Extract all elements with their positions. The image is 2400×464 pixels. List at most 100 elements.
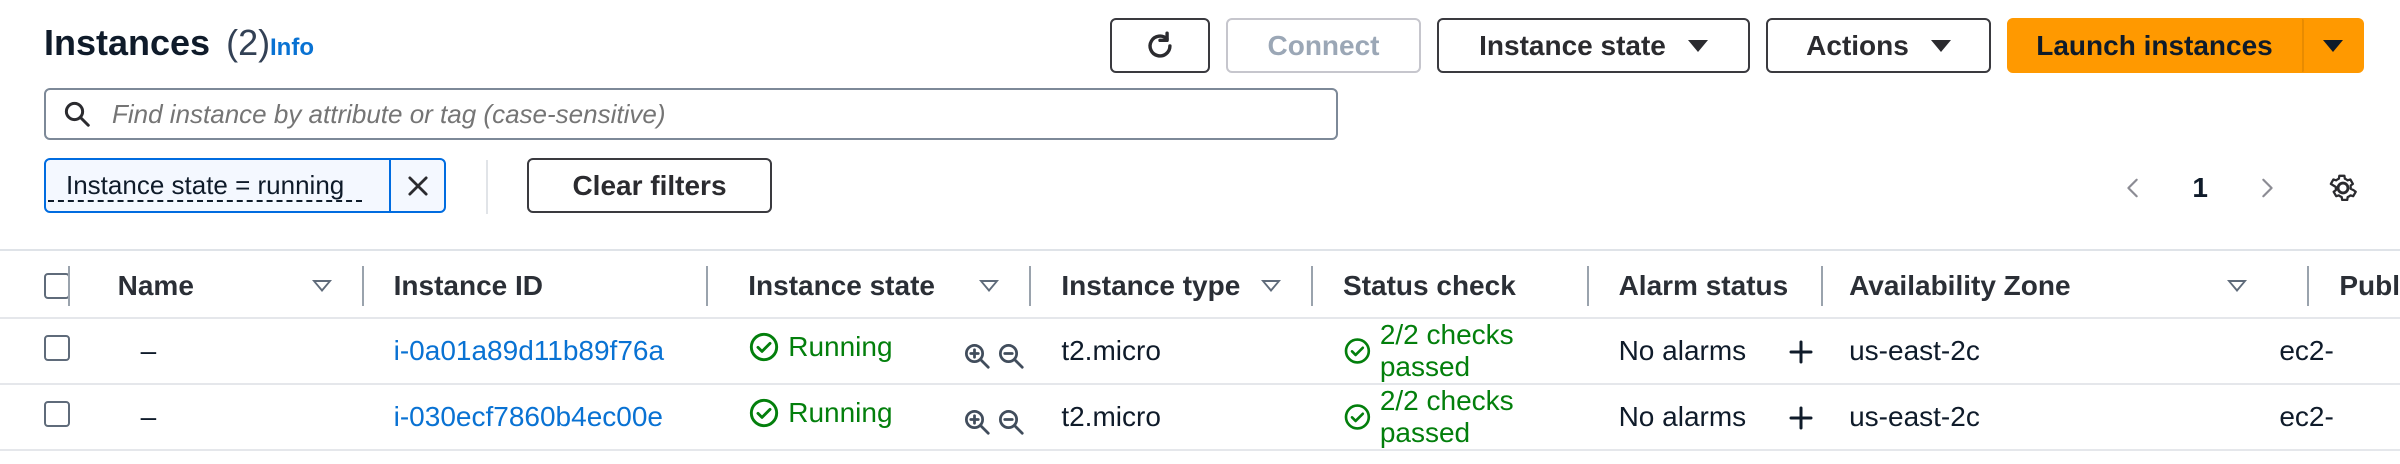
cell-instance-id: i-030ecf7860b4ec00e: [364, 384, 739, 450]
cell-status-check: 2/2 checks passed: [1313, 318, 1589, 384]
search-icon: [64, 101, 90, 127]
column-availability-zone-label: Availability Zone: [1849, 270, 2071, 301]
cell-name: –: [91, 318, 364, 384]
instance-state-status: Running: [738, 397, 893, 429]
column-separator: [67, 266, 70, 306]
table-row[interactable]: – i-0a01a89d11b89f76a Running t2.micro 2…: [0, 318, 2400, 384]
search-input[interactable]: [110, 97, 1314, 131]
zoom-out-icon[interactable]: [996, 407, 1026, 437]
column-name[interactable]: Name: [67, 255, 364, 318]
plus-icon[interactable]: [1786, 403, 1816, 433]
cell-instance-state: Running: [738, 384, 1031, 450]
instance-id-link[interactable]: i-0a01a89d11b89f76a: [364, 335, 664, 366]
column-separator: [1029, 266, 1032, 306]
filter-chip[interactable]: Instance state = running: [44, 158, 446, 213]
filter-separator: [486, 160, 488, 214]
cell-availability-zone: us-east-2c: [1823, 384, 2207, 450]
row-select-cell: [0, 384, 91, 450]
instance-state-label: Instance state: [1479, 29, 1666, 61]
instance-name: –: [140, 401, 157, 432]
column-separator: [2307, 266, 2310, 306]
column-public[interactable]: Publ: [2207, 255, 2400, 318]
chevron-left-icon[interactable]: [2122, 170, 2144, 206]
column-public-label: Publ: [2339, 270, 2400, 301]
zoom-controls: [962, 407, 1026, 437]
alarm-status-text: No alarms: [1618, 400, 1747, 432]
column-alarm-status-label: Alarm status: [1618, 270, 1789, 301]
instance-state-button[interactable]: Instance state: [1437, 18, 1750, 73]
check-circle-icon: [750, 399, 779, 428]
actions-button[interactable]: Actions: [1766, 18, 1991, 73]
filter-chip-label: Instance state = running: [48, 170, 363, 202]
instance-name: –: [140, 335, 157, 366]
refresh-icon: [1148, 31, 1172, 58]
header-divider: [0, 249, 2400, 251]
info-link[interactable]: Info: [270, 34, 314, 62]
column-separator: [1311, 266, 1314, 306]
row-checkbox[interactable]: [44, 334, 70, 361]
row-checkbox[interactable]: [44, 400, 70, 427]
gear-icon[interactable]: [2326, 171, 2360, 205]
column-instance-state[interactable]: Instance state: [738, 255, 1032, 318]
column-separator: [361, 266, 364, 306]
row-select-cell: [0, 318, 91, 384]
instance-id-link[interactable]: i-030ecf7860b4ec00e: [364, 401, 663, 432]
plus-icon[interactable]: [1786, 337, 1816, 367]
zoom-in-icon[interactable]: [962, 407, 992, 437]
select-all-checkbox[interactable]: [44, 273, 70, 299]
column-alarm-status[interactable]: Alarm status: [1589, 255, 1824, 318]
status-check-status: 2/2 checks passed: [1313, 385, 1589, 449]
instance-count: (2): [226, 22, 271, 63]
cell-instance-type: t2.micro: [1031, 318, 1313, 384]
column-instance-type-label: Instance type: [1061, 270, 1241, 301]
cell-instance-type: t2.micro: [1031, 384, 1313, 450]
connect-button[interactable]: Connect: [1226, 18, 1421, 73]
zoom-in-icon[interactable]: [962, 341, 992, 371]
chevron-right-icon[interactable]: [2256, 170, 2278, 206]
chevron-down-icon: [2323, 39, 2343, 52]
cell-status-check: 2/2 checks passed: [1313, 384, 1589, 450]
sort-icon: [1261, 280, 1282, 292]
column-instance-type[interactable]: Instance type: [1031, 255, 1314, 318]
sort-icon: [979, 280, 1000, 292]
chevron-down-icon: [1687, 39, 1708, 52]
cell-instance-id: i-0a01a89d11b89f76a: [364, 318, 739, 384]
column-status-check-label: Status check: [1343, 270, 1516, 301]
column-separator: [1586, 266, 1589, 306]
cell-public: ec2-: [2207, 318, 2400, 384]
launch-dropdown-button[interactable]: [2302, 18, 2364, 73]
select-all-cell: [0, 255, 91, 318]
column-availability-zone[interactable]: Availability Zone: [1823, 255, 2207, 318]
check-circle-icon: [1344, 338, 1371, 364]
table-row[interactable]: – i-030ecf7860b4ec00e Running t2.micro 2…: [0, 384, 2400, 450]
cell-alarm-status: No alarms: [1589, 384, 1824, 450]
clear-filters-button[interactable]: Clear filters: [527, 158, 772, 213]
sort-icon: [311, 280, 332, 292]
instance-state-text: Running: [788, 331, 893, 363]
column-status-check[interactable]: Status check: [1313, 255, 1589, 318]
cell-public: ec2-: [2207, 384, 2400, 450]
launch-instances-button[interactable]: Launch instances: [2007, 18, 2302, 73]
actions-label: Actions: [1806, 29, 1909, 61]
column-instance-id[interactable]: Instance ID: [364, 255, 739, 318]
instance-type-text: t2.micro: [1061, 401, 1161, 432]
remove-filter-button[interactable]: [389, 158, 444, 213]
check-circle-icon: [750, 333, 779, 362]
search-box[interactable]: [44, 88, 1338, 140]
sort-icon: [2227, 280, 2248, 292]
status-check-status: 2/2 checks passed: [1313, 319, 1589, 383]
check-circle-icon: [1344, 404, 1371, 430]
column-instance-id-label: Instance ID: [393, 270, 544, 301]
pagination: 1: [2122, 170, 2360, 206]
table-header-row: Name Instance ID Instance state Instance…: [0, 255, 2400, 318]
page-title: Instances (2): [44, 22, 270, 64]
cell-alarm-status: No alarms: [1589, 318, 1824, 384]
status-check-text: 2/2 checks passed: [1379, 319, 1514, 382]
column-separator: [706, 266, 709, 306]
refresh-button[interactable]: [1110, 18, 1210, 73]
instances-table: Name Instance ID Instance state Instance…: [0, 255, 2400, 451]
page-number[interactable]: 1: [2192, 172, 2208, 204]
cell-instance-state: Running: [738, 318, 1031, 384]
alarm-status-text: No alarms: [1618, 334, 1747, 366]
zoom-out-icon[interactable]: [996, 341, 1026, 371]
